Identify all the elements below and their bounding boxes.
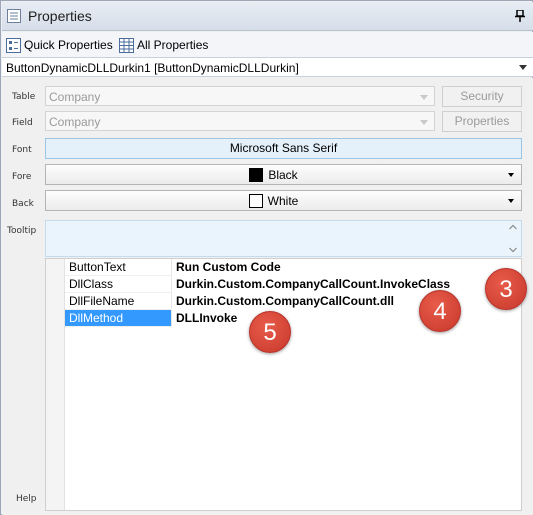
field-value: Company	[49, 115, 101, 129]
chevron-down-icon	[420, 120, 428, 125]
dropdown-arrow-icon	[508, 173, 514, 177]
object-selector-value: ButtonDynamicDLLDurkin1 [ButtonDynamicDL…	[6, 61, 299, 75]
property-value[interactable]: Durkin.Custom.CompanyCallCount.dll	[176, 293, 394, 310]
field-label: Field	[12, 118, 33, 128]
properties-icon	[7, 9, 21, 23]
font-picker[interactable]: Microsoft Sans Serif	[45, 138, 522, 159]
object-selector[interactable]: ButtonDynamicDLLDurkin1 [ButtonDynamicDL…	[2, 57, 533, 77]
quick-properties-label: Quick Properties	[24, 38, 113, 52]
pin-icon[interactable]	[515, 10, 525, 22]
property-value[interactable]: Run Custom Code	[176, 259, 281, 276]
properties-panel: Properties Quick Properties All Properti…	[0, 0, 533, 515]
chevron-down-icon	[420, 95, 428, 100]
tooltip-textarea[interactable]	[45, 220, 522, 257]
dropdown-arrow-icon	[508, 199, 514, 203]
all-properties-label: All Properties	[137, 38, 209, 52]
all-properties-button[interactable]: All Properties	[119, 36, 208, 54]
property-key[interactable]: ButtonText	[65, 259, 172, 276]
tooltip-label: Tooltip	[7, 226, 37, 236]
callout-badge-3: 3	[485, 268, 527, 310]
property-key[interactable]: DllMethod	[65, 310, 172, 327]
table-combo[interactable]: Company	[45, 86, 435, 106]
table-row[interactable]: ButtonText Run Custom Code	[65, 259, 521, 276]
title-bar: Properties	[2, 2, 533, 31]
fore-color-picker[interactable]: Black	[45, 164, 522, 185]
toolbar: Quick Properties All Properties	[2, 32, 533, 57]
table-row[interactable]: DllClass Durkin.Custom.CompanyCallCount.I…	[65, 276, 521, 293]
all-properties-icon	[119, 37, 134, 53]
callout-badge-5: 5	[249, 311, 291, 353]
security-button[interactable]: Security	[442, 86, 522, 107]
font-label: Font	[12, 145, 32, 155]
field-combo[interactable]: Company	[45, 111, 435, 131]
property-value[interactable]: DLLInvoke	[176, 310, 237, 327]
property-value[interactable]: Durkin.Custom.CompanyCallCount.InvokeCla…	[176, 276, 450, 293]
back-color-swatch	[248, 194, 263, 208]
back-color-value: White	[267, 194, 299, 208]
fore-label: Fore	[12, 172, 32, 182]
back-label: Back	[12, 199, 34, 209]
chevron-down-icon	[519, 65, 527, 70]
property-key[interactable]: DllFileName	[65, 293, 172, 310]
property-key[interactable]: DllClass	[65, 276, 172, 293]
help-label: Help	[16, 494, 37, 504]
quick-properties-button[interactable]: Quick Properties	[6, 36, 113, 54]
window-title: Properties	[28, 8, 92, 24]
fore-color-value: Black	[268, 168, 298, 182]
back-color-picker[interactable]: White	[45, 190, 522, 211]
grid-margin	[46, 259, 65, 510]
scrollbar[interactable]	[505, 221, 521, 256]
table-value: Company	[49, 90, 101, 104]
callout-badge-4: 4	[419, 290, 461, 332]
quick-properties-icon	[6, 37, 21, 53]
fore-color-swatch	[249, 168, 264, 182]
properties-button[interactable]: Properties	[442, 111, 522, 132]
table-label: Table	[12, 92, 36, 102]
